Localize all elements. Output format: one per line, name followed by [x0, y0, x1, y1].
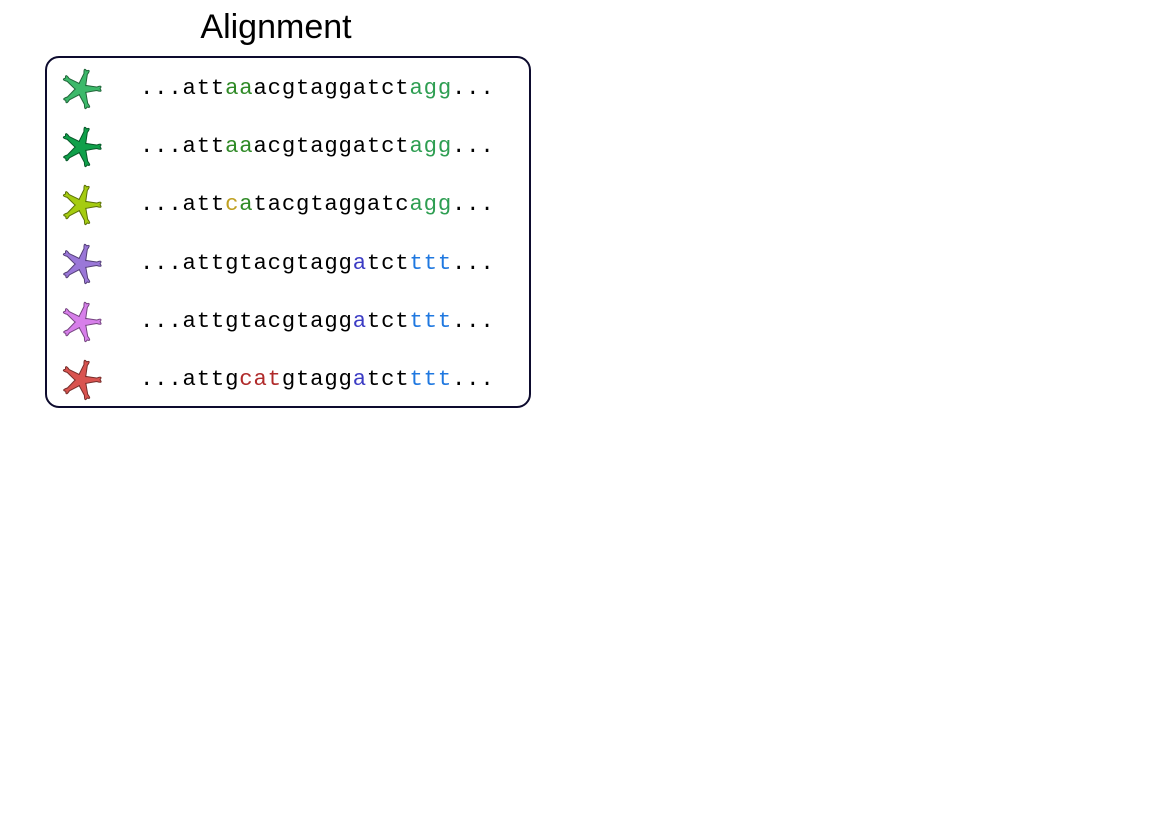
organism-icon — [57, 65, 105, 113]
sequence-segment: tacgtaggatc — [253, 191, 410, 218]
sequence-segment: acgtaggatct — [253, 133, 410, 160]
sequence-segment: tct — [366, 307, 410, 334]
sequence-segment: a — [239, 191, 254, 218]
sequence-text: ...attgtacgtaggatctttt... — [140, 307, 495, 335]
alignment-row: ...attgtacgtaggatctttt... — [47, 235, 529, 293]
sequence-text: ...attgtacgtaggatctttt... — [140, 249, 495, 277]
sequence-segment: ttt — [409, 307, 452, 334]
sequence-segment: ... — [452, 366, 495, 392]
sequence-segment: tct — [366, 249, 410, 276]
sequence-segment: agg — [409, 191, 452, 218]
sequence-segment: aa — [225, 75, 254, 101]
alignment-row: ...attcatacgtaggatcagg... — [47, 176, 529, 234]
sequence-segment: ...att — [140, 75, 226, 101]
sequence-text: ...attcatacgtaggatcagg... — [140, 190, 495, 218]
sequence-segment: ... — [452, 191, 495, 218]
sequence-text: ...attgcatgtaggatctttt... — [140, 365, 495, 393]
sequence-segment: ...attgtacgtagg — [140, 307, 353, 334]
sequence-segment: ...attg — [140, 366, 240, 392]
sequence-segment: agg — [409, 75, 452, 101]
sequence-segment: a — [352, 249, 367, 276]
sequence-segment: ttt — [409, 249, 452, 276]
sequence-segment: ttt — [409, 366, 452, 392]
sequence-segment: a — [352, 307, 367, 334]
diagram-title: Alignment — [200, 8, 352, 46]
sequence-segment: ... — [452, 133, 495, 160]
sequence-segment: aa — [225, 133, 254, 160]
organism-icon — [57, 240, 105, 288]
sequence-segment: acgtaggatct — [253, 75, 410, 101]
sequence-text: ...attaaacgtaggatctagg... — [140, 74, 495, 102]
organism-icon — [57, 356, 105, 404]
sequence-segment: a — [352, 366, 367, 392]
sequence-text: ...attaaacgtaggatctagg... — [140, 132, 495, 160]
sequence-segment: ...att — [140, 191, 226, 218]
sequence-segment: agg — [409, 133, 452, 160]
sequence-segment: ...att — [140, 133, 226, 160]
sequence-segment: ... — [452, 75, 495, 101]
alignment-panel: ...attaaacgtaggatctagg... ...attaaacgtagg… — [45, 56, 531, 408]
sequence-segment: tct — [366, 366, 410, 392]
organism-icon — [57, 298, 105, 346]
sequence-segment: ... — [452, 249, 495, 276]
sequence-segment: gtagg — [281, 366, 353, 392]
organism-icon — [57, 123, 105, 171]
organism-icon — [57, 181, 105, 229]
sequence-segment: ... — [452, 307, 495, 334]
alignment-row: ...attgtacgtaggatctttt... — [47, 293, 529, 351]
sequence-segment: c — [225, 191, 240, 218]
sequence-segment: cat — [239, 366, 282, 392]
alignment-row: ...attgcatgtaggatctttt... — [47, 351, 529, 409]
alignment-row: ...attaaacgtaggatctagg... — [47, 60, 529, 118]
sequence-segment: ...attgtacgtagg — [140, 249, 353, 276]
alignment-row: ...attaaacgtaggatctagg... — [47, 118, 529, 176]
